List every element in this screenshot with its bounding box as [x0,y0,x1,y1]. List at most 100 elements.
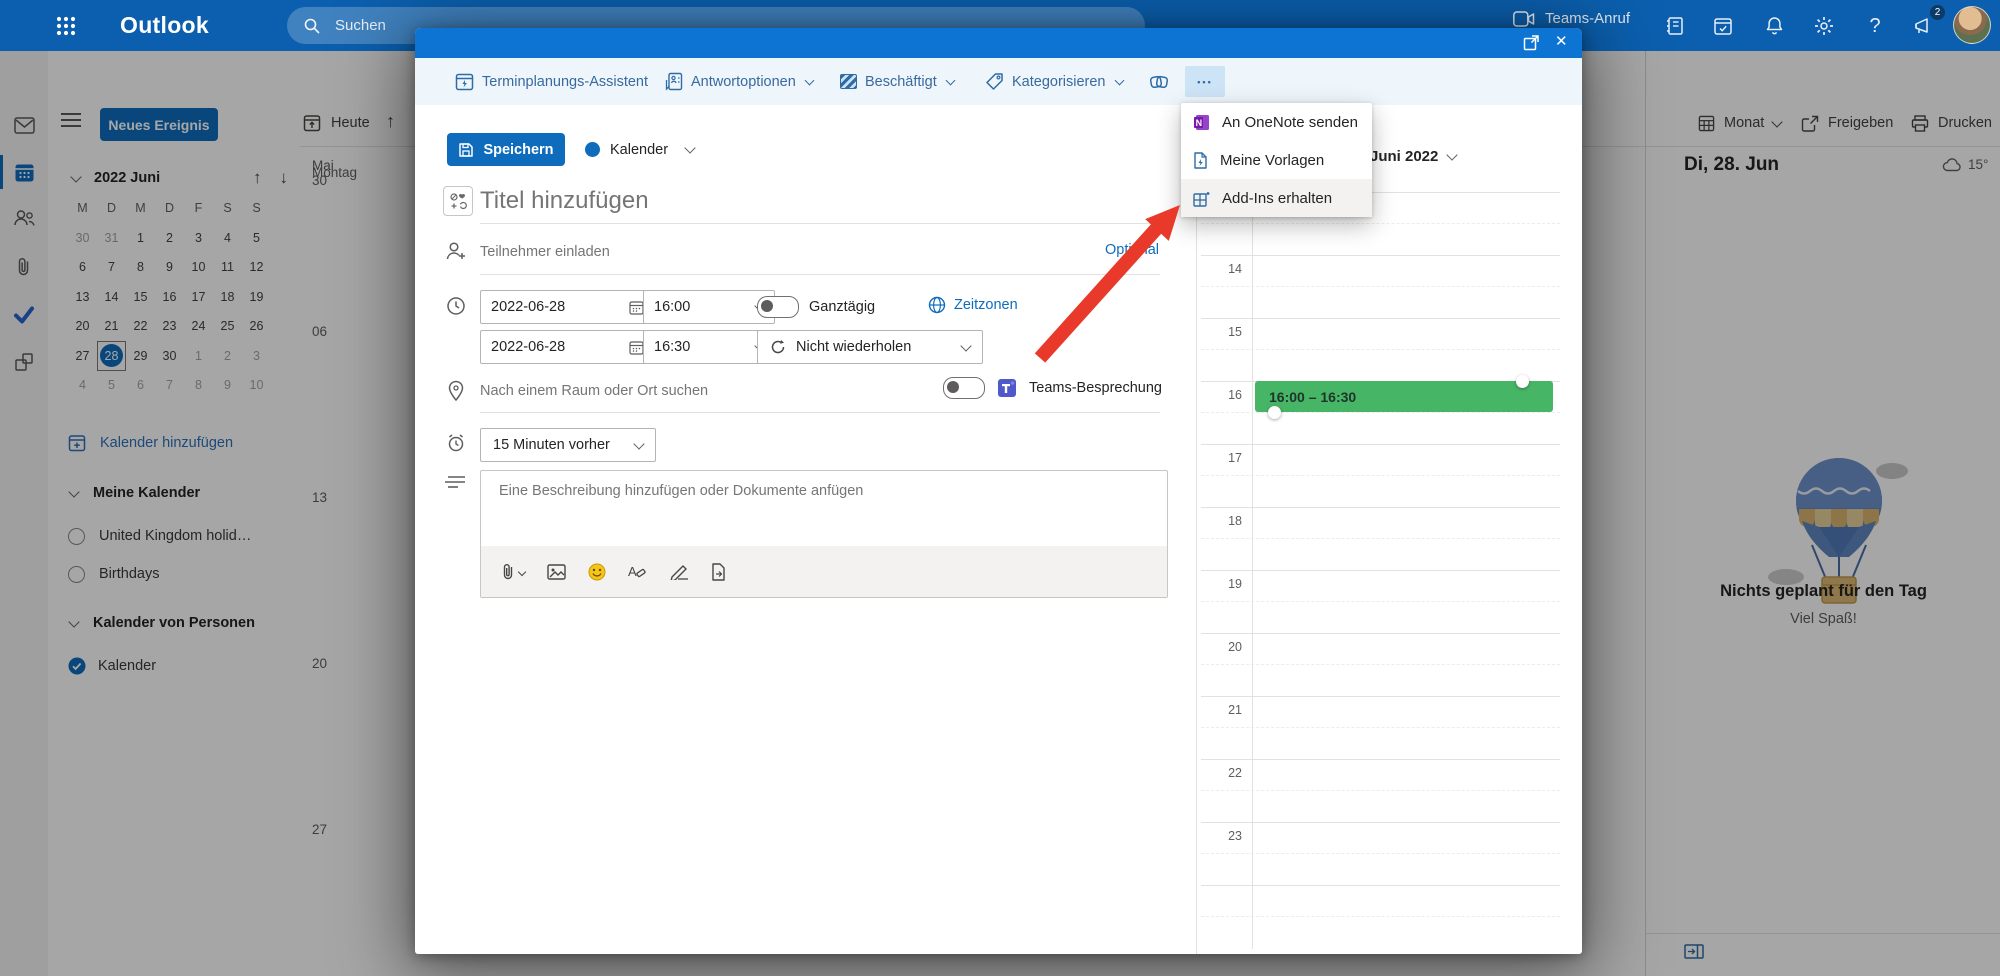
event-resize-handle-top[interactable] [1516,375,1529,388]
teams-meeting-toggle[interactable] [943,377,985,399]
editor-footer-toolbar: A [481,546,1167,597]
half-hour-line [1201,664,1560,665]
busy-status-button[interactable]: Beschäftigt [840,58,954,105]
emoji-button[interactable] [588,563,606,581]
half-hour-line [1201,475,1560,476]
teams-call-button[interactable]: Teams-Anruf [1513,10,1630,27]
chevron-down-icon [684,142,695,153]
hour-label: 19 [1196,577,1242,591]
settings-button[interactable] [1807,9,1841,43]
invite-attendees-icon-wrap [445,241,467,261]
dialog-titlebar: ✕ [415,28,1582,58]
half-hour-line [1201,412,1560,413]
hour-line [1201,696,1560,697]
time-icon-wrap [446,296,466,316]
date-picker-icon[interactable] [629,300,644,315]
attach-file-button[interactable] [501,563,525,581]
chevron-down-icon [1447,149,1458,160]
hour-label: 14 [1196,262,1242,276]
reminder-icon-wrap [446,433,466,453]
event-resize-handle-bottom[interactable] [1268,406,1281,419]
hour-line [1201,822,1560,823]
insert-document-button[interactable] [711,563,726,581]
notifications-button[interactable] [1757,9,1791,43]
repeat-icon [770,339,786,355]
day-grid: 1415161718192021222316:00 – 16:30 [1196,185,1582,954]
draw-pen-button[interactable] [669,563,689,580]
menu-item-send-to-onenote[interactable]: N An OneNote senden [1181,103,1372,141]
all-day-toggle[interactable] [757,296,799,318]
location-underline [480,412,1160,413]
save-button[interactable]: Speichern [447,133,565,166]
megaphone-icon [1913,16,1935,36]
menu-item-get-add-ins[interactable]: Add-Ins erhalten [1181,179,1372,217]
end-date-input[interactable]: 2022-06-28 [480,330,655,364]
hour-label: 22 [1196,766,1242,780]
document-import-icon [711,563,726,581]
image-icon [547,564,566,580]
menu-item-label: An OneNote senden [1222,114,1358,131]
repeat-select[interactable]: Nicht wiederholen [757,330,983,364]
globe-icon [928,296,946,314]
location-input[interactable] [480,380,910,402]
command-label: Terminplanungs-Assistent [482,74,648,90]
start-time-value: 16:00 [654,299,690,315]
whats-new-button[interactable]: 2 [1906,9,1942,43]
add-ins-grid-icon [1193,190,1210,207]
hour-line [1201,255,1560,256]
start-date-input[interactable]: 2022-06-28 [480,290,655,324]
insert-image-button[interactable] [547,564,566,580]
calendar-picker[interactable]: Kalender [585,133,694,166]
all-day-toggle-row: Ganztägig [757,296,875,318]
more-options-menu: N An OneNote senden Meine Vorlagen Add-I… [1181,103,1372,217]
my-day-button[interactable] [1706,9,1740,43]
optional-attendees-link[interactable]: Optional [1105,242,1159,258]
help-button[interactable]: ? [1858,9,1892,43]
tag-icon [985,72,1004,91]
teams-icon [997,378,1017,398]
attendees-input[interactable] [480,240,1040,264]
notebook-icon [1665,16,1685,36]
hour-label: 15 [1196,325,1242,339]
hour-label: 18 [1196,514,1242,528]
half-hour-line [1201,727,1560,728]
notification-badge: 2 [1930,5,1945,20]
scheduling-assistant-button[interactable]: Terminplanungs-Assistent [455,58,648,105]
hour-line [1201,507,1560,508]
charm-picker-button[interactable] [443,186,473,216]
calendar-assistant-icon [455,72,474,91]
more-options-button[interactable]: ••• [1185,66,1225,97]
chevron-down-icon [633,438,644,449]
categorize-button[interactable]: Kategorisieren [985,58,1123,105]
svg-text:A: A [628,564,637,579]
reminder-select[interactable]: 15 Minuten vorher [480,428,656,462]
event-title-input[interactable] [480,183,1160,219]
hour-line [1201,633,1560,634]
hour-line [1201,318,1560,319]
avatar[interactable] [1953,6,1991,44]
room-finder-button[interactable] [1148,58,1170,105]
end-time-select[interactable]: 16:30 [643,330,775,364]
date-picker-icon[interactable] [629,340,644,355]
start-time-select[interactable]: 16:00 [643,290,775,324]
popout-button[interactable] [1523,34,1540,51]
onenote-feed-button[interactable] [1658,9,1692,43]
menu-item-my-templates[interactable]: Meine Vorlagen [1181,141,1372,179]
app-launcher-button[interactable] [53,13,79,39]
half-hour-line [1201,286,1560,287]
gear-icon [1814,16,1834,36]
description-editor[interactable]: Eine Beschreibung hinzufügen oder Dokume… [480,470,1168,598]
command-label: Beschäftigt [865,74,937,90]
search-icon [303,17,321,35]
dialog-toolbar: Terminplanungs-Assistent Antwortoptionen… [415,58,1582,105]
all-day-label: Ganztägig [809,299,875,315]
half-hour-line [1201,601,1560,602]
event-block[interactable]: 16:00 – 16:30 [1255,381,1553,412]
alarm-icon [446,433,466,453]
start-date-value: 2022-06-28 [491,299,565,315]
close-button[interactable]: ✕ [1555,32,1568,50]
hour-line [1201,885,1560,886]
response-options-button[interactable]: Antwortoptionen [665,58,813,105]
clear-formatting-button[interactable]: A [628,563,647,580]
timezones-link[interactable]: Zeitzonen [928,296,1018,314]
